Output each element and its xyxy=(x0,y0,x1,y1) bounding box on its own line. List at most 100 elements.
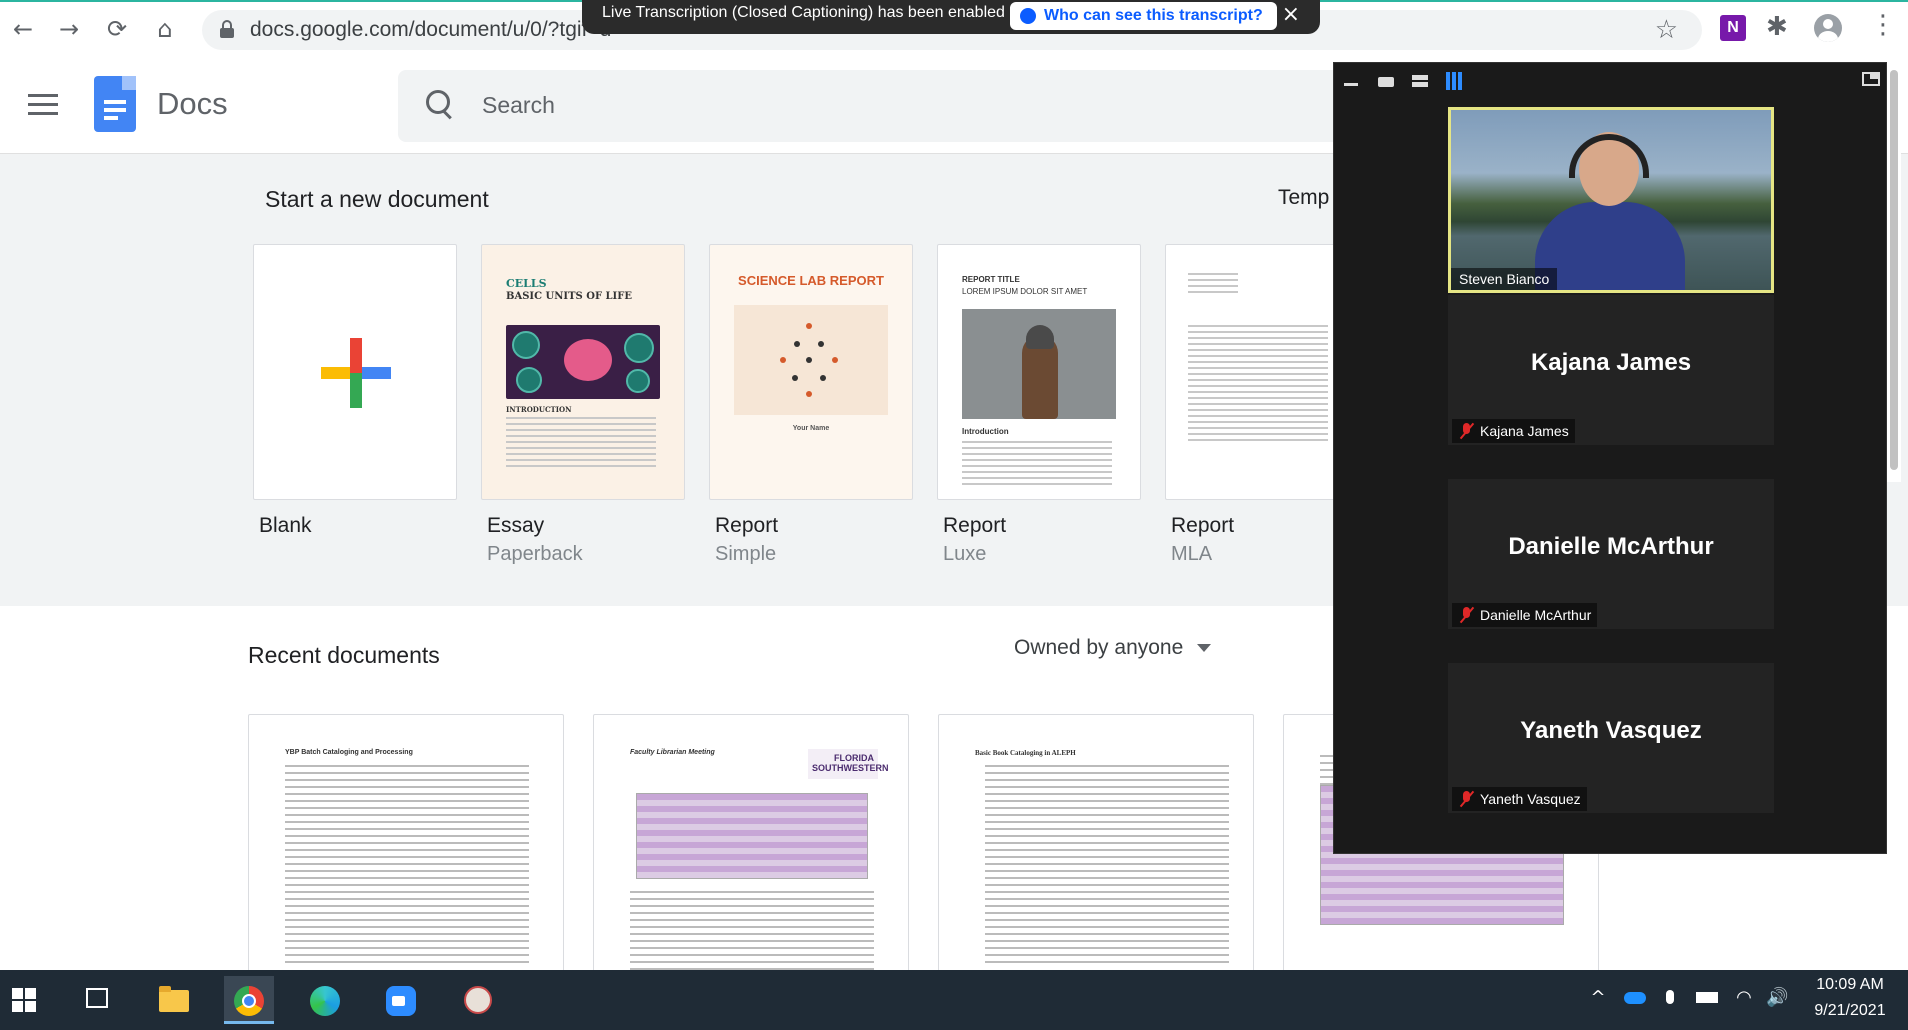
thumbnail-author: Your Name xyxy=(792,425,830,432)
active-speaker-video[interactable]: Steven Bianco xyxy=(1448,107,1774,293)
participant-tile[interactable]: Yaneth Vasquez Yaneth Vasquez xyxy=(1448,663,1774,813)
start-section-title: Start a new document xyxy=(265,186,489,212)
attendance-table xyxy=(636,793,868,879)
thumbnail-title: REPORT TITLE xyxy=(962,275,1020,284)
recent-document-card[interactable]: YBP Batch Cataloging and Processing xyxy=(248,714,564,974)
participant-display-name: Danielle McArthur xyxy=(1508,533,1714,560)
thumbnail-section: INTRODUCTION xyxy=(506,405,572,414)
chrome-button[interactable] xyxy=(224,976,274,1024)
participant-tile[interactable]: Kajana James Kajana James xyxy=(1448,295,1774,445)
edge-button[interactable] xyxy=(300,976,350,1024)
back-button[interactable]: ← xyxy=(8,14,38,44)
app-title[interactable]: Docs xyxy=(157,86,228,122)
single-view-icon[interactable] xyxy=(1378,75,1394,87)
recent-document-card[interactable]: Faculty Librarian Meeting FLORIDA SOUTHW… xyxy=(593,714,909,974)
document-text-lines xyxy=(630,891,874,973)
exit-fullscreen-icon[interactable] xyxy=(1862,72,1880,86)
participant-label-text: Danielle McArthur xyxy=(1480,607,1592,623)
task-view-button[interactable] xyxy=(72,976,122,1024)
search-input[interactable]: Search xyxy=(398,70,1398,142)
volume-icon[interactable]: 🔊 xyxy=(1766,988,1788,1008)
thumbnail-title: SCIENCE LAB REPORT xyxy=(738,273,884,288)
recent-document-card[interactable]: Basic Book Cataloging in ALEPH xyxy=(938,714,1254,974)
reload-button[interactable]: ⟳ xyxy=(102,14,132,44)
search-placeholder: Search xyxy=(482,92,555,118)
document-text-lines xyxy=(985,765,1229,968)
participant-label-text: Kajana James xyxy=(1480,423,1569,439)
speaker-name-label: Steven Bianco xyxy=(1451,268,1558,290)
chrome-icon xyxy=(234,986,264,1016)
speaker-figure xyxy=(1535,202,1685,290)
participant-display-name: Yaneth Vasquez xyxy=(1520,717,1702,744)
url-text[interactable]: docs.google.com/document/u/0/?tgif=d xyxy=(250,18,611,42)
bookmark-star-icon[interactable]: ☆ xyxy=(1655,15,1678,45)
tray-overflow-chevron-icon[interactable]: ^ xyxy=(1588,988,1608,1008)
participant-tile[interactable]: Danielle McArthur Danielle McArthur xyxy=(1448,479,1774,629)
profile-avatar-icon[interactable] xyxy=(1814,14,1842,42)
onenote-extension-icon[interactable]: N xyxy=(1720,15,1746,41)
plus-icon xyxy=(321,338,391,408)
thumbnail-header-lines xyxy=(1188,273,1238,297)
clock-time[interactable]: 10:09 AM xyxy=(1800,976,1900,994)
browser-menu-icon[interactable]: ⋮ xyxy=(1870,10,1896,40)
template-thumbnail[interactable] xyxy=(1165,244,1335,500)
main-menu-icon[interactable] xyxy=(28,94,58,116)
search-icon[interactable] xyxy=(426,90,454,118)
participant-label: Danielle McArthur xyxy=(1452,603,1598,627)
template-style: MLA xyxy=(1171,543,1213,565)
docs-logo-icon[interactable] xyxy=(94,76,136,132)
page-scrollbar[interactable] xyxy=(1887,62,1901,482)
paint-icon xyxy=(464,986,492,1014)
windows-start-icon[interactable] xyxy=(12,988,36,1012)
thumbnail-subtitle: BASIC UNITS OF LIFE xyxy=(506,291,632,302)
banner-message: Live Transcription (Closed Captioning) h… xyxy=(602,4,1005,21)
clock-date[interactable]: 9/21/2021 xyxy=(1800,1002,1900,1020)
zoom-button[interactable] xyxy=(376,976,426,1024)
transcript-visibility-label: Who can see this transcript? xyxy=(1044,7,1263,24)
participant-label: Yaneth Vasquez xyxy=(1452,787,1587,811)
participant-display-name: Kajana James xyxy=(1530,349,1692,376)
onedrive-icon[interactable] xyxy=(1624,988,1646,1008)
thumbnail-text-lines xyxy=(1188,325,1328,445)
people-icon xyxy=(1020,8,1036,24)
template-name: Blank xyxy=(259,514,312,537)
template-name: Essay xyxy=(487,514,545,537)
gallery-view-icon[interactable] xyxy=(1446,72,1464,90)
wifi-icon[interactable]: ◠ xyxy=(1734,988,1754,1008)
scrollbar-thumb[interactable] xyxy=(1890,70,1898,470)
stacked-view-icon[interactable] xyxy=(1412,75,1428,87)
template-thumbnail[interactable] xyxy=(253,244,457,500)
microphone-muted-icon xyxy=(1460,423,1474,439)
lock-icon xyxy=(220,20,234,38)
template-thumbnail[interactable]: CELLS BASIC UNITS OF LIFE INTRODUCTION xyxy=(481,244,685,500)
edge-icon xyxy=(310,986,340,1016)
zoom-meeting-panel: Steven Bianco Kajana James Kajana James … xyxy=(1333,62,1887,854)
document-heading: YBP Batch Cataloging and Processing xyxy=(285,749,413,756)
file-explorer-button[interactable] xyxy=(148,976,198,1024)
template-gallery-button[interactable]: Temp xyxy=(1278,186,1329,210)
participant-label: Kajana James xyxy=(1452,419,1575,443)
minimize-icon[interactable] xyxy=(1344,75,1360,87)
banner-close-icon[interactable]: × xyxy=(1282,2,1300,27)
thumbnail-title: CELLS xyxy=(506,277,547,290)
template-name: Report xyxy=(943,514,1007,537)
paint-button[interactable] xyxy=(452,976,502,1024)
live-transcription-banner: Live Transcription (Closed Captioning) h… xyxy=(582,0,1320,34)
microphone-muted-icon xyxy=(1460,607,1474,623)
transcript-visibility-button[interactable]: Who can see this transcript? xyxy=(1010,2,1277,30)
thumbnail-text-lines xyxy=(506,417,656,471)
home-button[interactable]: ⌂ xyxy=(150,14,180,44)
battery-icon[interactable] xyxy=(1696,988,1718,1008)
traveler-photo xyxy=(962,309,1116,419)
forward-button[interactable]: → xyxy=(54,14,84,44)
owner-filter-dropdown[interactable]: Owned by anyone xyxy=(1014,636,1212,660)
template-name: Report xyxy=(715,514,779,537)
template-thumbnail[interactable]: REPORT TITLE LOREM IPSUM DOLOR SIT AMET … xyxy=(937,244,1141,500)
thumbnail-text-lines xyxy=(962,441,1112,489)
extensions-puzzle-icon[interactable]: ✱ xyxy=(1766,12,1788,42)
template-name: Report xyxy=(1171,514,1235,537)
template-thumbnail[interactable]: SCIENCE LAB REPORT Your Name xyxy=(709,244,913,500)
microphone-icon[interactable] xyxy=(1660,988,1680,1008)
molecule-illustration xyxy=(734,305,888,415)
microphone-muted-icon xyxy=(1460,791,1474,807)
